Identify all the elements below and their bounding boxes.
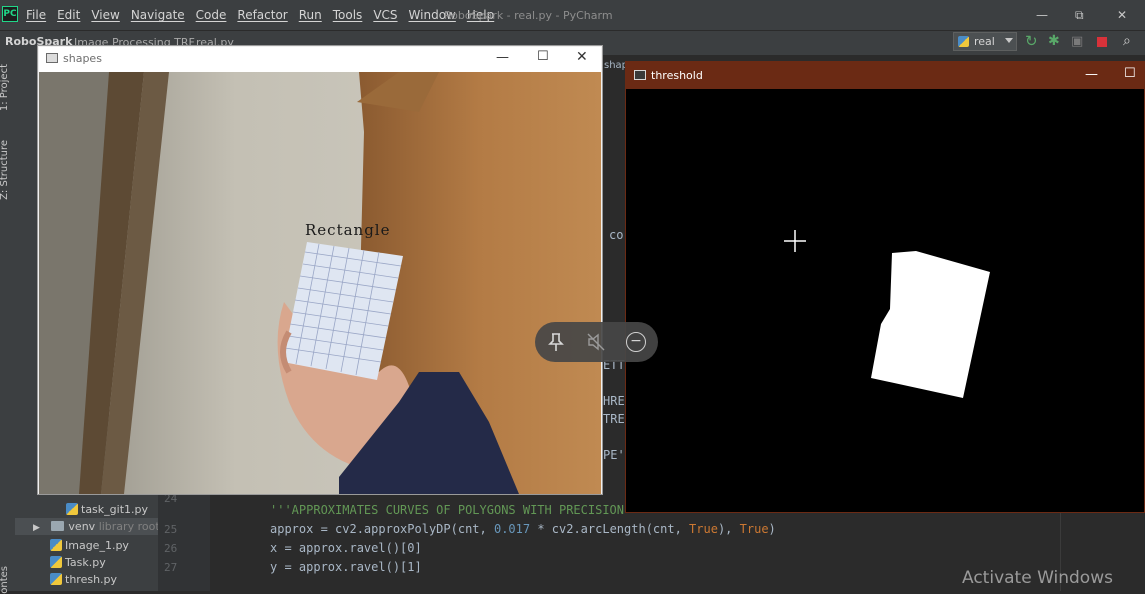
python-file-icon: [50, 556, 62, 568]
camera-frame: Rectangle: [39, 72, 601, 494]
line-number: 27: [164, 561, 178, 574]
shapes-title-bar[interactable]: [39, 47, 601, 72]
menu-view[interactable]: View: [91, 8, 119, 22]
python-file-icon: [958, 36, 969, 47]
tool-window-strip: [0, 55, 15, 591]
menu-bar: File Edit View Navigate Code Refactor Ru…: [26, 0, 505, 30]
code-fragment: PE': [603, 448, 625, 462]
minimize-button[interactable]: —: [496, 50, 509, 65]
line-number: 26: [164, 542, 178, 555]
threshold-title-bar[interactable]: [626, 62, 1144, 89]
tree-item-thresh[interactable]: thresh.py: [50, 571, 117, 588]
coverage-icon[interactable]: ▣: [1071, 34, 1086, 49]
menu-file[interactable]: File: [26, 8, 46, 22]
tree-item-image-1[interactable]: Image_1.py: [50, 537, 129, 554]
threshold-window[interactable]: threshold — ☐: [625, 61, 1145, 513]
python-file-icon: [50, 539, 62, 551]
maximize-button[interactable]: ☐: [1124, 66, 1136, 81]
detected-shape-label: Rectangle: [305, 221, 391, 239]
code-line-comment: '''APPROXIMATES CURVES OF POLYGONS WITH …: [270, 503, 632, 517]
mute-icon[interactable]: [585, 331, 607, 353]
code-fragment: co: [609, 228, 624, 242]
minimize-button[interactable]: —: [1036, 8, 1048, 22]
minus-icon[interactable]: −: [626, 332, 646, 352]
threshold-image: [626, 89, 1144, 512]
code-line-y: y = approx.ravel()[1]: [270, 560, 422, 574]
window-app-icon: [634, 70, 646, 80]
code-line-approx: approx = cv2.approxPolyDP(cnt, 0.017 * c…: [270, 522, 776, 536]
camera-image: [39, 72, 601, 494]
close-button[interactable]: ✕: [576, 49, 588, 65]
library-root-badge: library root: [98, 520, 160, 533]
python-file-icon: [50, 573, 62, 585]
tab-structure[interactable]: Z: Structure: [0, 140, 10, 200]
line-number: 25: [164, 523, 178, 536]
menu-refactor[interactable]: Refactor: [237, 8, 287, 22]
menu-tools[interactable]: Tools: [333, 8, 363, 22]
restore-button[interactable]: ⧉: [1075, 8, 1084, 23]
run-configuration-label: real: [974, 35, 995, 48]
menu-edit[interactable]: Edit: [57, 8, 80, 22]
chevron-down-icon[interactable]: [1005, 38, 1013, 43]
tree-item-venv[interactable]: ▶ venv library root: [15, 518, 160, 535]
shapes-window[interactable]: shapes — ☐ ✕ Rectangle: [37, 45, 603, 495]
pycharm-logo-icon: PC: [2, 6, 18, 22]
folder-icon: [51, 521, 65, 531]
code-line-x: x = approx.ravel()[0]: [270, 541, 422, 555]
shapes-window-title: shapes: [63, 52, 102, 65]
expand-arrow-icon[interactable]: ▶: [33, 523, 40, 533]
menu-code[interactable]: Code: [196, 8, 227, 22]
menu-run[interactable]: Run: [299, 8, 322, 22]
activate-windows-watermark: Activate Windows: [962, 568, 1113, 588]
menu-navigate[interactable]: Navigate: [131, 8, 185, 22]
python-file-icon: [66, 503, 78, 515]
rerun-icon[interactable]: ↻: [1025, 34, 1040, 49]
minimize-button[interactable]: —: [1085, 67, 1098, 82]
media-control-overlay: −: [535, 322, 658, 362]
search-icon[interactable]: ⌕: [1123, 34, 1138, 49]
close-button[interactable]: ✕: [1117, 8, 1127, 22]
tab-favorites[interactable]: ontes: [0, 566, 10, 594]
tree-item-task[interactable]: Task.py: [50, 554, 106, 571]
pin-icon[interactable]: [545, 331, 567, 353]
window-title: RoboSpark - real.py - PyCharm: [444, 9, 613, 22]
debug-icon[interactable]: ✱: [1048, 34, 1063, 49]
tab-project[interactable]: 1: Project: [0, 64, 10, 111]
maximize-button[interactable]: ☐: [537, 49, 549, 64]
code-fragment: HRE: [603, 394, 625, 408]
threshold-window-title: threshold: [651, 69, 703, 82]
code-fragment: TRE: [603, 412, 625, 426]
window-app-icon: [46, 53, 58, 63]
tree-item-task-git1[interactable]: task_git1.py: [66, 501, 148, 518]
menu-vcs[interactable]: VCS: [373, 8, 397, 22]
stop-icon[interactable]: [1097, 37, 1107, 47]
